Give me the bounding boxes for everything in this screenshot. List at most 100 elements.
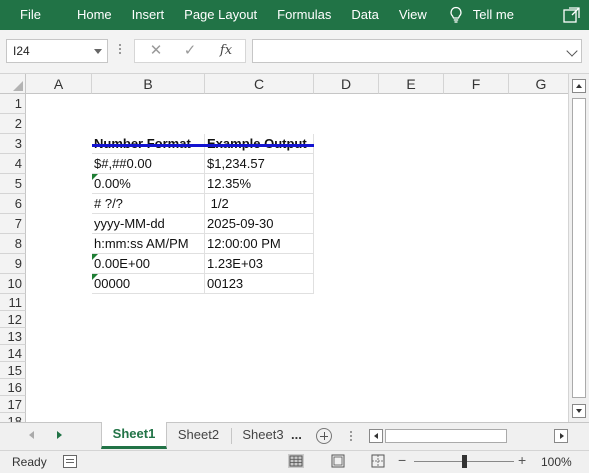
- cell-example[interactable]: 2025-09-30: [205, 214, 314, 234]
- page-break-view-icon[interactable]: [370, 454, 386, 468]
- enter-check-icon[interactable]: ✓: [175, 40, 205, 62]
- row-header[interactable]: 8: [0, 234, 26, 254]
- cancel-icon[interactable]: ✕: [141, 40, 171, 62]
- error-indicator-icon: [92, 174, 98, 180]
- row-header[interactable]: 17: [0, 396, 26, 413]
- cell-example[interactable]: 00123: [205, 274, 314, 294]
- cell-example[interactable]: 1/2: [205, 194, 314, 214]
- error-indicator-icon: [92, 274, 98, 280]
- row-header[interactable]: 11: [0, 294, 26, 311]
- cell-format-text: 00000: [94, 276, 131, 291]
- arrow-right-icon: [560, 433, 564, 439]
- column-header-b[interactable]: B: [92, 74, 205, 94]
- tab-separator: [231, 428, 232, 444]
- macro-recording-icon[interactable]: [63, 455, 77, 468]
- cell-example[interactable]: $1,234.57: [205, 154, 314, 174]
- tab-page-layout[interactable]: Page Layout: [174, 0, 267, 30]
- tab-view[interactable]: View: [389, 0, 437, 30]
- cell-format-text: 0.00%: [94, 176, 131, 191]
- formula-input[interactable]: [252, 39, 582, 63]
- column-header-c[interactable]: C: [205, 74, 314, 94]
- row-header[interactable]: 3: [0, 134, 26, 154]
- expand-formula-bar-icon[interactable]: [566, 45, 578, 57]
- ribbon-tab-bar: File Home Insert Page Layout Formulas Da…: [0, 0, 589, 30]
- row-header[interactable]: 1: [0, 94, 26, 114]
- scroll-left-button[interactable]: [369, 429, 383, 443]
- row-header[interactable]: 18: [0, 413, 26, 422]
- lightbulb-icon[interactable]: [437, 0, 469, 30]
- tell-me-search[interactable]: Tell me: [469, 0, 536, 30]
- row-header[interactable]: 15: [0, 362, 26, 379]
- cell-format[interactable]: $#,##0.00: [92, 154, 205, 174]
- scroll-right-button[interactable]: [554, 429, 568, 443]
- arrow-up-icon: [576, 84, 582, 88]
- zoom-out-button[interactable]: −: [398, 452, 406, 468]
- cell-format[interactable]: 00000: [92, 274, 205, 294]
- row-header[interactable]: 14: [0, 345, 26, 362]
- error-indicator-icon: [92, 254, 98, 260]
- previous-sheet-icon[interactable]: [29, 431, 34, 439]
- zoom-level[interactable]: 100%: [541, 455, 572, 469]
- grip-dots-icon[interactable]: [119, 44, 121, 58]
- row-header[interactable]: 4: [0, 154, 26, 174]
- column-header-f[interactable]: F: [444, 74, 509, 94]
- horizontal-scroll-thumb[interactable]: [385, 429, 507, 443]
- row-header[interactable]: 10: [0, 274, 26, 294]
- worksheet-grid[interactable]: A B C D E F G 1 2 3 4 5 6 7 8 9 10 11 12…: [0, 74, 568, 422]
- cell-example[interactable]: 1.23E+03: [205, 254, 314, 274]
- cell-format-text: 0.00E+00: [94, 256, 151, 271]
- row-header[interactable]: 16: [0, 379, 26, 396]
- name-box-value: I24: [13, 44, 30, 58]
- add-sheet-icon[interactable]: [316, 428, 332, 444]
- name-box[interactable]: I24: [6, 39, 108, 63]
- zoom-in-button[interactable]: +: [518, 452, 526, 468]
- status-text: Ready: [12, 455, 47, 469]
- tab-file[interactable]: File: [0, 0, 67, 30]
- sheet-tab-sheet1[interactable]: Sheet1: [101, 422, 167, 449]
- row-header[interactable]: 7: [0, 214, 26, 234]
- more-sheets-button[interactable]: ...: [291, 423, 302, 447]
- select-all-button[interactable]: [0, 74, 26, 94]
- tab-formulas[interactable]: Formulas: [267, 0, 341, 30]
- insert-function-button[interactable]: fx: [211, 40, 241, 62]
- cell-format[interactable]: yyyy-MM-dd: [92, 214, 205, 234]
- row-header[interactable]: 5: [0, 174, 26, 194]
- status-bar: Ready − + 100%: [0, 450, 589, 473]
- row-header[interactable]: 6: [0, 194, 26, 214]
- cell-example[interactable]: 12.35%: [205, 174, 314, 194]
- cell-format[interactable]: 0.00%: [92, 174, 205, 194]
- row-header[interactable]: 13: [0, 328, 26, 345]
- zoom-slider-handle[interactable]: [462, 455, 467, 468]
- sheet-tab-sheet2[interactable]: Sheet2: [167, 423, 230, 449]
- next-sheet-icon[interactable]: [57, 431, 62, 439]
- column-header-a[interactable]: A: [26, 74, 92, 94]
- row-header[interactable]: 12: [0, 311, 26, 328]
- grip-dots-icon[interactable]: [350, 431, 352, 443]
- cell-format[interactable]: 0.00E+00: [92, 254, 205, 274]
- tab-insert[interactable]: Insert: [122, 0, 175, 30]
- chevron-down-icon[interactable]: [94, 49, 102, 54]
- normal-view-icon[interactable]: [288, 454, 304, 468]
- tab-home[interactable]: Home: [67, 0, 122, 30]
- page-layout-view-icon[interactable]: [330, 454, 346, 468]
- scroll-down-button[interactable]: [572, 404, 586, 418]
- sheet-tab-sheet3[interactable]: Sheet3: [234, 423, 292, 449]
- cell-example[interactable]: 12:00:00 PM: [205, 234, 314, 254]
- horizontal-scrollbar[interactable]: [369, 429, 568, 443]
- scroll-up-button[interactable]: [572, 79, 586, 93]
- formula-bar: I24 ✕ ✓ fx: [0, 30, 589, 74]
- cell-format[interactable]: h:mm:ss AM/PM: [92, 234, 205, 254]
- header-underline: [92, 144, 314, 147]
- formula-buttons: ✕ ✓ fx: [134, 39, 246, 63]
- column-header-g[interactable]: G: [509, 74, 568, 94]
- vertical-scrollbar[interactable]: [568, 74, 589, 422]
- column-header-d[interactable]: D: [314, 74, 379, 94]
- column-header-e[interactable]: E: [379, 74, 444, 94]
- arrow-down-icon: [576, 409, 582, 413]
- row-header[interactable]: 9: [0, 254, 26, 274]
- restore-ribbon-icon[interactable]: [563, 6, 581, 24]
- cell-format[interactable]: # ?/?: [92, 194, 205, 214]
- row-header[interactable]: 2: [0, 114, 26, 134]
- tab-data[interactable]: Data: [341, 0, 388, 30]
- vertical-scroll-thumb[interactable]: [572, 98, 586, 398]
